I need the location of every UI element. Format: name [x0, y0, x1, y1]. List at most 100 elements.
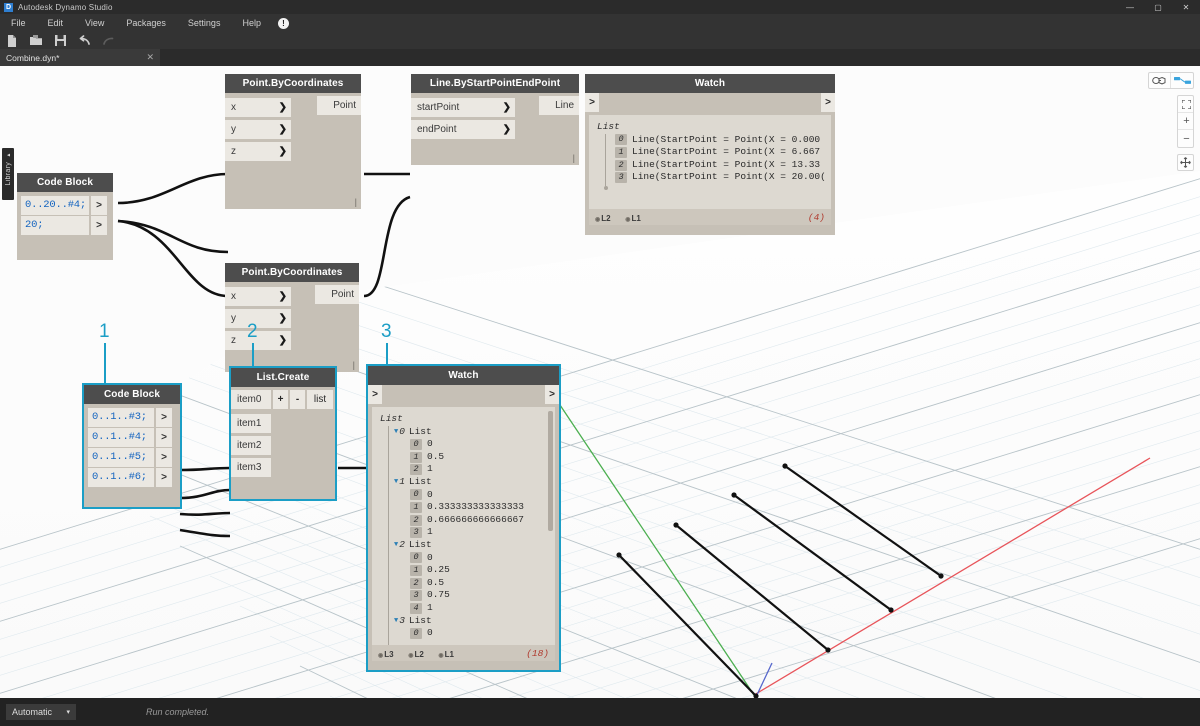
input-port-startpoint[interactable]: startPoint ❯	[411, 98, 515, 117]
watch-result-panel[interactable]: List ▼ 0 List 0 0	[372, 407, 555, 661]
file-tab[interactable]: Combine.dyn* ✕	[0, 49, 160, 66]
input-port-z[interactable]: z ❯	[225, 331, 291, 350]
node-point-by-coordinates-1[interactable]: Point.ByCoordinates x ❯ y ❯ z ❯ Point |	[225, 74, 361, 209]
output-port[interactable]: >	[545, 385, 559, 404]
level-chip[interactable]: L2	[408, 650, 424, 659]
port-label: item0	[237, 394, 261, 405]
row-value: 0	[427, 627, 433, 640]
chevron-down-icon[interactable]: ▼	[394, 476, 398, 489]
output-port-point[interactable]: Point	[317, 96, 361, 115]
level-chip[interactable]: L1	[625, 214, 641, 223]
output-port[interactable]: >	[821, 93, 835, 112]
workspace-canvas[interactable]: ▸ Library Code Block 0..20..#4; > 20; > …	[0, 66, 1200, 698]
node-point-by-coordinates-2[interactable]: Point.ByCoordinates x ❯ y ❯ z ❯ Point |	[225, 263, 359, 372]
node-line-by-start-point-end-point[interactable]: Line.ByStartPointEndPoint startPoint ❯ e…	[411, 74, 579, 165]
output-port[interactable]: >	[156, 448, 172, 467]
level-chip[interactable]: L3	[378, 650, 394, 659]
port-label: x	[231, 291, 236, 302]
row-value: 0.333333333333333	[427, 501, 524, 514]
code-line-text[interactable]: 20;	[21, 216, 89, 235]
run-mode-dropdown[interactable]: Automatic ▾	[6, 704, 76, 720]
row-index: 2	[410, 578, 422, 589]
code-line[interactable]: 0..20..#4; >	[21, 196, 109, 215]
code-line-text[interactable]: 0..1..#5;	[88, 448, 154, 467]
node-list-create[interactable]: List.Create item0 + - list item1 item2	[231, 368, 335, 499]
chevron-down-icon[interactable]: ▼	[394, 615, 398, 628]
input-port-item2[interactable]: item2	[231, 436, 271, 455]
output-port-point[interactable]: Point	[315, 285, 359, 304]
node-code-block-top[interactable]: Code Block 0..20..#4; > 20; >	[17, 173, 113, 260]
undo-icon[interactable]	[72, 32, 96, 49]
input-port-item0[interactable]: item0	[231, 390, 271, 409]
menu-packages[interactable]: Packages	[115, 14, 177, 32]
menu-bar: File Edit View Packages Settings Help !	[0, 14, 1200, 32]
input-port-x[interactable]: x ❯	[225, 287, 291, 306]
output-port[interactable]: >	[156, 408, 172, 427]
port-label: endPoint	[417, 124, 456, 135]
watch-group-header[interactable]: ▼ 1 List	[380, 476, 555, 489]
code-line[interactable]: 20; >	[21, 216, 109, 235]
close-button[interactable]: ✕	[1172, 0, 1200, 14]
level-chip[interactable]: L2	[595, 214, 611, 223]
output-port[interactable]: >	[91, 216, 107, 235]
menu-edit[interactable]: Edit	[37, 14, 75, 32]
close-icon[interactable]: ✕	[146, 52, 160, 63]
watch-group-header[interactable]: ▼ 3 List	[380, 615, 555, 628]
code-line-text[interactable]: 0..1..#3;	[88, 408, 154, 427]
code-line-text[interactable]: 0..20..#4;	[21, 196, 89, 215]
output-port[interactable]: >	[91, 196, 107, 215]
list-label: List	[597, 121, 620, 134]
code-line[interactable]: 0..1..#6; >	[88, 468, 176, 487]
input-port-x[interactable]: x ❯	[225, 98, 291, 117]
watch-root-label: List	[380, 413, 555, 426]
redo-icon[interactable]	[96, 32, 120, 49]
new-file-icon[interactable]	[0, 32, 24, 49]
tree-connector	[388, 426, 389, 648]
chevron-down-icon[interactable]: ▼	[394, 539, 398, 552]
menu-view[interactable]: View	[74, 14, 115, 32]
watch-group-header[interactable]: ▼ 2 List	[380, 539, 555, 552]
code-line[interactable]: 0..1..#4; >	[88, 428, 176, 447]
node-watch-bottom[interactable]: Watch > > List	[368, 366, 559, 670]
input-port[interactable]: >	[585, 93, 599, 112]
menu-help[interactable]: Help	[231, 14, 272, 32]
menu-file[interactable]: File	[0, 14, 37, 32]
input-port-y[interactable]: y ❯	[225, 309, 291, 328]
minimize-button[interactable]: —	[1116, 0, 1144, 14]
input-port-y[interactable]: y ❯	[225, 120, 291, 139]
add-input-button[interactable]: +	[273, 390, 288, 409]
input-port-endpoint[interactable]: endPoint ❯	[411, 120, 515, 139]
node-code-block-bottom[interactable]: Code Block 0..1..#3; > 0..1..#4; > 0..1.…	[84, 385, 180, 507]
input-port-item1[interactable]: item1	[231, 414, 271, 433]
alert-icon[interactable]: !	[278, 18, 289, 29]
code-line[interactable]: 0..1..#3; >	[88, 408, 176, 427]
output-port[interactable]: >	[156, 468, 172, 487]
output-port-list[interactable]: list	[307, 390, 333, 409]
watch-group-header[interactable]: ▼ 0 List	[380, 426, 555, 439]
input-port[interactable]: >	[368, 385, 382, 404]
node-lacing-indicator: |	[353, 360, 355, 370]
library-panel-toggle[interactable]: ▸ Library	[2, 148, 14, 200]
zoom-in-button[interactable]: +	[1178, 113, 1194, 130]
pan-tool-button[interactable]	[1177, 154, 1194, 171]
output-port[interactable]: >	[156, 428, 172, 447]
fit-to-screen-icon[interactable]	[1178, 96, 1194, 113]
code-line[interactable]: 0..1..#5; >	[88, 448, 176, 467]
code-line-text[interactable]: 0..1..#4;	[88, 428, 154, 447]
zoom-out-button[interactable]: −	[1178, 130, 1194, 147]
level-chip[interactable]: L1	[438, 650, 454, 659]
maximize-button[interactable]: ▢	[1144, 0, 1172, 14]
graph-view-icon[interactable]	[1171, 73, 1193, 88]
input-port-item3[interactable]: item3	[231, 458, 271, 477]
menu-settings[interactable]: Settings	[177, 14, 232, 32]
remove-input-button[interactable]: -	[290, 390, 305, 409]
open-folder-icon[interactable]	[24, 32, 48, 49]
output-port-line[interactable]: Line	[539, 96, 579, 115]
watch-result-panel[interactable]: List 0 Line(StartPoint = Point(X = 0.000…	[589, 115, 831, 225]
save-icon[interactable]	[48, 32, 72, 49]
orbit-zoom-icon[interactable]	[1149, 73, 1171, 88]
node-watch-top[interactable]: Watch > > List 0	[585, 74, 835, 235]
input-port-z[interactable]: z ❯	[225, 142, 291, 161]
chevron-down-icon[interactable]: ▼	[394, 426, 398, 439]
code-line-text[interactable]: 0..1..#6;	[88, 468, 154, 487]
